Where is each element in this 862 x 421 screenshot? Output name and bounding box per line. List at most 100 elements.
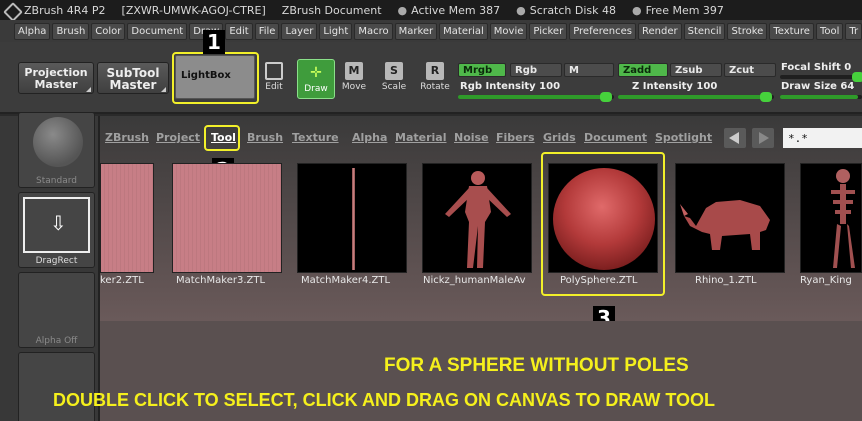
highlight-polysphere xyxy=(541,152,665,296)
move-button[interactable]: M Move xyxy=(339,60,369,100)
tab-noise[interactable]: Noise xyxy=(454,131,489,144)
menu-macro[interactable]: Macro xyxy=(354,22,393,40)
draw-button[interactable]: ✛ Draw xyxy=(297,59,335,99)
left-shelf: Standard ⇩ DragRect Alpha Off xyxy=(0,112,100,421)
focal-shift-slider[interactable] xyxy=(780,72,862,82)
menu-bar: Alpha Brush Color Document Draw Edit Fil… xyxy=(0,20,862,42)
dragrect-stroke-icon: ⇩ xyxy=(23,197,90,253)
rgb-intensity-label: Rgb Intensity 100 xyxy=(460,81,561,92)
slider-knob[interactable] xyxy=(760,92,772,102)
human-figure-icon xyxy=(445,171,511,268)
menu-transform[interactable]: Tr xyxy=(845,22,862,40)
standard-label: Standard xyxy=(36,176,77,186)
free-mem: Free Mem 397 xyxy=(645,3,724,17)
active-mem: Active Mem 387 xyxy=(411,3,501,17)
thumb-label: Ryan_King xyxy=(800,275,852,286)
instruction-line-2: DOUBLE CLICK TO SELECT, CLICK AND DRAG O… xyxy=(53,390,716,410)
projection-master-button[interactable]: Projection Master xyxy=(18,62,94,94)
rhino-icon xyxy=(680,200,770,250)
menu-stencil[interactable]: Stencil xyxy=(683,22,726,40)
thumb-label: Rhino_1.ZTL xyxy=(695,275,757,286)
thumb-label: MatchMaker4.ZTL xyxy=(301,275,391,286)
menu-file[interactable]: File xyxy=(254,22,280,40)
draw-label: Draw xyxy=(304,84,328,94)
m-toggle[interactable]: M xyxy=(564,63,614,77)
subtool-master-button[interactable]: SubTool Master xyxy=(97,62,169,94)
tab-grids[interactable]: Grids xyxy=(543,131,576,144)
menu-light[interactable]: Light xyxy=(319,22,353,40)
callout-number-1: 1 xyxy=(203,30,225,54)
menu-layer[interactable]: Layer xyxy=(281,22,318,40)
arrow-down-icon: ⇩ xyxy=(50,211,67,235)
mrgb-toggle[interactable]: Mrgb xyxy=(458,63,506,77)
rgb-intensity-slider[interactable] xyxy=(458,92,614,102)
menu-stroke[interactable]: Stroke xyxy=(727,22,768,40)
rotate-button[interactable]: R Rotate xyxy=(420,60,450,100)
move-icon: M xyxy=(345,62,363,80)
menu-alpha[interactable]: Alpha xyxy=(14,22,51,40)
tab-texture[interactable]: Texture xyxy=(292,131,339,144)
thin-mesh-icon xyxy=(352,168,355,270)
tab-fibers[interactable]: Fibers xyxy=(496,131,535,144)
draw-size-label: Draw Size 64 xyxy=(781,81,855,92)
z-intensity-slider[interactable] xyxy=(618,92,774,102)
thumb-matchmaker3[interactable] xyxy=(172,163,282,273)
alpha-off-label: Alpha Off xyxy=(35,336,78,346)
tab-spotlight[interactable]: Spotlight xyxy=(655,131,712,144)
thumb-label: ker2.ZTL xyxy=(100,275,144,286)
menu-texture[interactable]: Texture xyxy=(769,22,814,40)
next-arrow-icon[interactable] xyxy=(752,128,774,148)
scale-icon: S xyxy=(385,62,403,80)
license-id: [ZXWR-UMWK-AGOJ-CTRE] xyxy=(121,3,266,17)
tab-alpha[interactable]: Alpha xyxy=(352,131,387,144)
bullet-icon: ● xyxy=(516,3,526,17)
menu-picker[interactable]: Picker xyxy=(529,22,568,40)
menu-movie[interactable]: Movie xyxy=(489,22,528,40)
tab-material[interactable]: Material xyxy=(395,131,446,144)
draw-size-slider[interactable] xyxy=(780,95,862,99)
highlight-tool-tab xyxy=(204,125,240,151)
bullet-icon: ● xyxy=(397,3,408,17)
rotate-label: Rotate xyxy=(420,82,450,92)
rotate-icon: R xyxy=(426,62,444,80)
thumb-matchmaker2[interactable] xyxy=(100,163,154,273)
menu-brush[interactable]: Brush xyxy=(52,22,90,40)
tab-document[interactable]: Document xyxy=(584,131,647,144)
slider-knob[interactable] xyxy=(600,92,612,102)
menu-marker[interactable]: Marker xyxy=(394,22,438,40)
focal-shift-label: Focal Shift 0 xyxy=(781,62,852,73)
menu-preferences[interactable]: Preferences xyxy=(569,22,637,40)
tab-project[interactable]: Project xyxy=(156,131,200,144)
zsub-toggle[interactable]: Zsub xyxy=(670,63,722,77)
alpha-off-button[interactable]: Alpha Off xyxy=(18,272,95,348)
menu-document[interactable]: Document xyxy=(127,22,188,40)
menu-color[interactable]: Color xyxy=(91,22,126,40)
z-intensity-label: Z Intensity 100 xyxy=(632,81,718,92)
thumb-label: MatchMaker3.ZTL xyxy=(176,275,266,286)
menu-edit[interactable]: Edit xyxy=(225,22,253,40)
thumb-matchmaker4[interactable] xyxy=(297,163,407,273)
lightbox-panel: ZBrush Project Tool Brush Texture Alpha … xyxy=(100,116,862,330)
edit-button[interactable]: Edit xyxy=(259,60,289,100)
scratch-disk: Scratch Disk 48 xyxy=(529,3,617,17)
zcut-toggle[interactable]: Zcut xyxy=(724,63,776,77)
tab-brush[interactable]: Brush xyxy=(247,131,283,144)
tab-zbrush[interactable]: ZBrush xyxy=(105,131,149,144)
menu-material[interactable]: Material xyxy=(439,22,488,40)
thumb-rhino[interactable] xyxy=(675,163,785,273)
prev-arrow-icon[interactable] xyxy=(724,128,746,148)
thumb-human-male[interactable] xyxy=(422,163,532,273)
highlight-lightbox xyxy=(172,52,259,104)
filter-input[interactable] xyxy=(783,128,862,148)
scale-button[interactable]: S Scale xyxy=(379,60,409,100)
menu-render[interactable]: Render xyxy=(638,22,682,40)
thumb-ryan-king[interactable] xyxy=(800,163,862,273)
edit-icon xyxy=(265,62,283,80)
zadd-toggle[interactable]: Zadd xyxy=(618,63,668,77)
top-toolbar: Projection Master SubTool Master LightBo… xyxy=(0,30,862,114)
brush-standard-button[interactable]: Standard xyxy=(18,112,95,188)
rgb-toggle[interactable]: Rgb xyxy=(510,63,562,77)
stroke-dragrect-button[interactable]: ⇩ DragRect xyxy=(18,192,95,268)
standard-brush-icon xyxy=(33,117,83,167)
menu-tool[interactable]: Tool xyxy=(815,22,844,40)
